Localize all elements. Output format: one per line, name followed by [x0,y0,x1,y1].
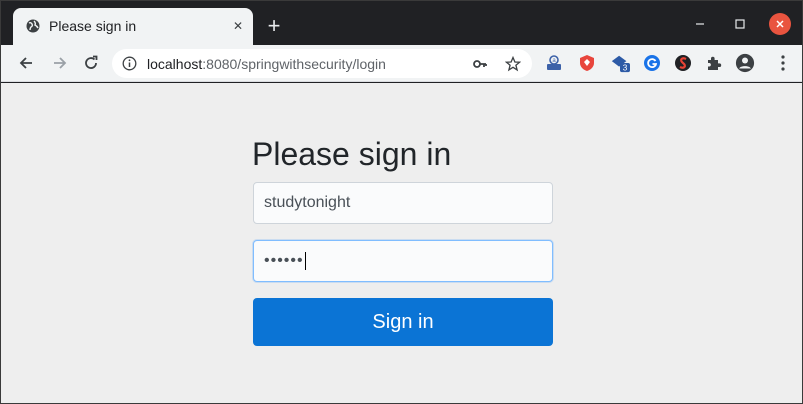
browser-tab[interactable]: Please sign in ✕ [13,8,253,45]
address-bar[interactable]: localhost:8080/springwithsecurity/login [112,49,532,78]
tab-close-icon[interactable]: ✕ [229,17,247,35]
extension-s-icon[interactable] [673,53,693,73]
tab-title: Please sign in [49,18,137,34]
reload-button[interactable] [80,52,102,74]
new-tab-button[interactable]: + [263,15,285,37]
extension-badge-count: 3 [623,64,628,73]
back-button[interactable] [15,52,37,74]
username-field[interactable]: studytonight [253,182,553,224]
forward-arrow-icon [54,57,67,69]
minimize-button[interactable] [689,13,711,35]
forward-button[interactable] [49,52,71,74]
username-value: studytonight [264,194,351,211]
sign-in-button[interactable]: Sign in [253,298,553,346]
extensions-puzzle-icon[interactable] [704,53,724,73]
back-arrow-icon [19,57,32,69]
extension-badge-icon[interactable]: 3 [610,53,630,73]
globe-icon [26,19,40,33]
page-content: Please sign in studytonight •••••• Sign … [1,83,802,403]
extension-g-icon[interactable] [642,53,662,73]
page-title: Please sign in [252,136,452,172]
bookmark-star-icon[interactable] [505,56,521,72]
url-path: :8080/springwithsecurity/login [202,56,386,72]
browser-menu-icon[interactable] [773,53,793,73]
address-url[interactable]: localhost:8080/springwithsecurity/login [147,56,386,72]
browser-toolbar: localhost:8080/springwithsecurity/login … [1,45,802,82]
url-host: localhost [147,56,203,72]
window-close-button[interactable] [769,13,791,35]
password-field[interactable]: •••••• [253,240,553,282]
profile-avatar-icon[interactable] [735,53,755,73]
reload-icon [85,55,98,69]
password-value: •••••• [264,252,304,269]
extension-a-icon[interactable]: a [544,53,564,73]
text-caret [304,252,306,270]
title-bar: Please sign in ✕ + [1,1,802,45]
site-info-icon[interactable] [122,56,137,71]
maximize-button[interactable] [729,13,751,35]
extension-shield-icon[interactable] [577,53,597,73]
browser-window: Please sign in ✕ + localhost:8080/spring… [0,0,803,404]
key-icon[interactable] [472,56,488,72]
